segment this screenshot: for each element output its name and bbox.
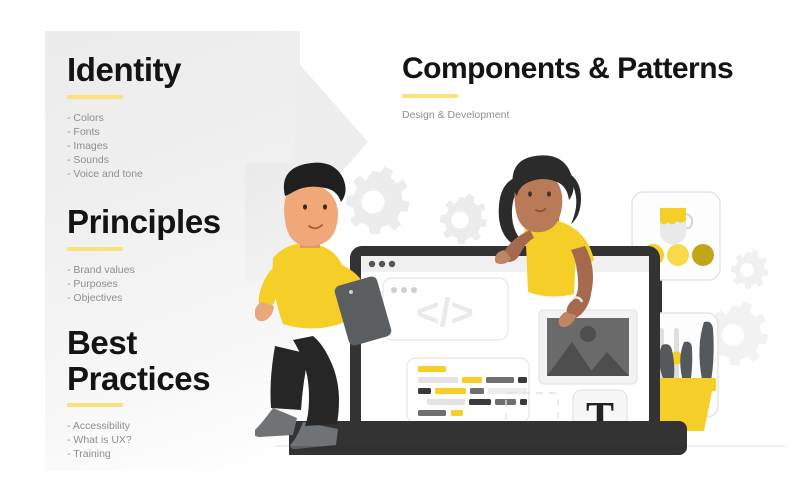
code-lines-card xyxy=(406,357,530,426)
page-title-underline xyxy=(402,94,458,98)
gear-icon xyxy=(439,193,488,245)
section-identity-underline xyxy=(67,94,123,99)
browser-window-dots xyxy=(368,260,396,268)
code-line-row xyxy=(418,377,527,383)
list-item: - Colors xyxy=(67,111,104,124)
section-principles-underline xyxy=(67,246,123,251)
image-placeholder-card xyxy=(538,309,638,385)
title-line-2: Practices xyxy=(67,359,211,397)
card-window-dots xyxy=(391,287,417,293)
man-sweater xyxy=(272,243,348,329)
list-item: - Sounds xyxy=(67,153,110,166)
list-item: - Purposes xyxy=(67,277,118,290)
gear-icon xyxy=(730,248,769,290)
section-best-practices-underline xyxy=(67,403,123,408)
list-item: - Brand values xyxy=(67,263,135,276)
page-subtitle: Design & Development xyxy=(402,109,510,121)
list-item: - Fonts xyxy=(67,125,100,138)
section-best-practices: Best Practices - Accessibility - What is… xyxy=(67,324,211,461)
list-item: - Objectives xyxy=(67,291,123,304)
section-principles-list: - Brand values - Purposes - Objectives xyxy=(67,263,221,305)
section-identity: Identity - Colors - Fonts - Images - Sou… xyxy=(67,51,182,181)
laptop-base-shadow xyxy=(289,446,687,451)
list-item: - Accessibility xyxy=(67,420,131,433)
section-identity-list: - Colors - Fonts - Images - Sounds - Voi… xyxy=(67,111,181,181)
title-line-1: Best xyxy=(67,324,137,361)
man-shoe-left xyxy=(255,408,297,437)
slide-canvas: Identity - Colors - Fonts - Images - Sou… xyxy=(0,0,797,502)
section-best-practices-list: - Accessibility - What is UX? - Training xyxy=(67,419,210,461)
hero-illustration: </> T xyxy=(255,150,797,502)
swatch-2 xyxy=(667,244,689,266)
code-line-row xyxy=(418,366,446,372)
list-item: - Voice and tone xyxy=(67,167,143,180)
man-face xyxy=(284,184,338,247)
list-item: - What is UX? xyxy=(67,434,132,447)
section-principles: Principles - Brand values - Purposes - O… xyxy=(67,204,221,305)
list-item: - Images xyxy=(67,139,108,152)
section-principles-title: Principles xyxy=(67,203,221,240)
code-line-row xyxy=(418,410,463,416)
section-identity-title: Identity xyxy=(67,51,182,88)
page-title: Components & Patterns xyxy=(402,52,734,85)
list-item: - Training xyxy=(67,448,111,461)
code-line-row xyxy=(427,399,527,405)
gear-icon xyxy=(345,166,410,235)
swatch-3 xyxy=(692,244,714,266)
code-preview-card: </> xyxy=(382,277,509,341)
page-title-block: Components & Patterns Design & Developme… xyxy=(402,52,734,121)
section-best-practices-title: Best Practices xyxy=(67,324,211,397)
cactus-arm xyxy=(680,341,693,383)
code-glyph: </> xyxy=(416,291,474,335)
